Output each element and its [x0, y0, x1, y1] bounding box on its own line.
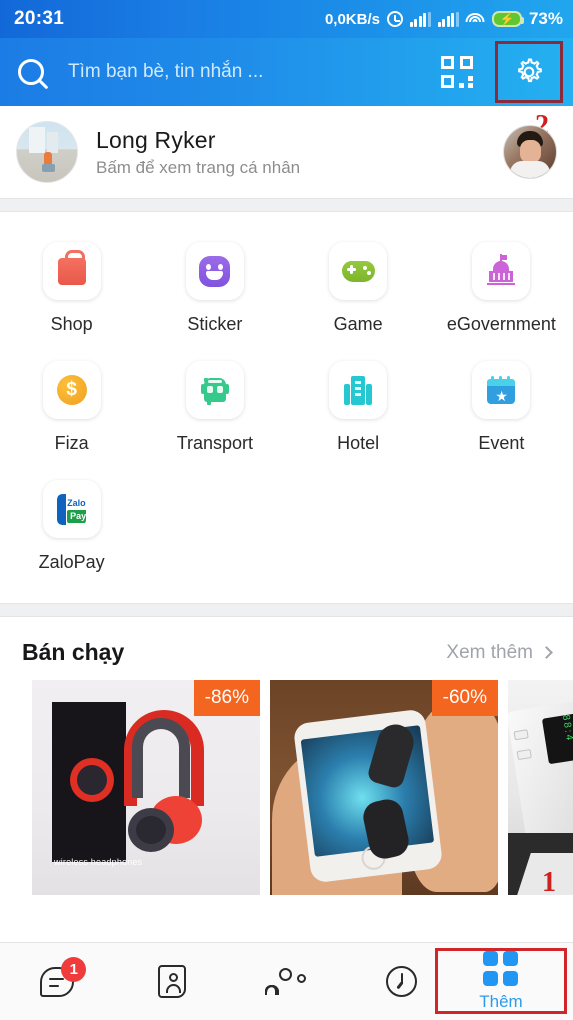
smiley-sticker-icon — [185, 242, 244, 300]
see-more-link[interactable]: Xem thêm — [446, 641, 553, 664]
product-card[interactable]: 88:4 1 — [508, 680, 573, 895]
product-card[interactable]: -60% — [270, 680, 498, 895]
profile-row[interactable]: Long Ryker Bấm để xem trang cá nhân 2 — [0, 106, 573, 198]
product-card[interactable]: -86% wireless headphones — [32, 680, 260, 895]
status-badge: 1 — [61, 957, 87, 982]
app-tile-label: ZaloPay — [38, 552, 105, 572]
see-more-label: Xem thêm — [446, 641, 533, 663]
alarm-icon — [386, 11, 403, 27]
app-tile-label: Game — [333, 314, 383, 334]
page-title: Long Ryker — [96, 126, 216, 153]
product-detail — [132, 718, 190, 798]
gear-icon — [512, 55, 546, 89]
app-tile-label: Sticker — [187, 314, 243, 334]
nav-item-label: Thêm — [479, 991, 523, 1011]
app-tile-zalopay[interactable]: Zalo Pay ZaloPay — [0, 470, 143, 589]
search-input[interactable]: Tìm bạn bè, tin nhắn ... — [68, 61, 441, 83]
app-tile-shop[interactable]: Shop — [0, 232, 143, 351]
app-tile-sticker[interactable]: Sticker — [143, 232, 286, 351]
product-detail — [136, 816, 166, 844]
clock-history-icon — [385, 966, 417, 997]
app-tile-hotel[interactable]: Hotel — [287, 351, 430, 470]
battery-percent-label: 73% — [528, 9, 563, 28]
search-icon[interactable] — [18, 59, 44, 85]
signal-bars-sim1-icon — [409, 11, 431, 27]
product-detail: 88:4 — [508, 697, 573, 841]
dollar-coin-icon: $ — [42, 361, 101, 419]
app-tile-fiza[interactable]: $ Fiza — [0, 351, 143, 470]
chevron-right-icon — [540, 646, 553, 659]
government-building-icon — [472, 242, 531, 300]
app-grid-row: Zalo Pay ZaloPay — [0, 470, 573, 589]
app-tile-event[interactable]: ★ Event — [430, 351, 573, 470]
app-tile-label: Fiza — [54, 433, 89, 453]
hotel-building-icon — [329, 361, 388, 419]
app-grid-row: Shop Sticker Game eGovernment — [0, 232, 573, 351]
section-divider — [0, 198, 573, 212]
section-title: Bán chạy — [22, 639, 125, 665]
app-tile-label: Hotel — [337, 433, 380, 453]
nav-item-messages[interactable]: 1 — [0, 943, 115, 1020]
qr-code-icon[interactable] — [441, 56, 473, 88]
people-group-icon — [265, 967, 307, 997]
discount-badge: -86% — [193, 680, 260, 716]
calendar-star-icon: ★ — [472, 361, 531, 419]
app-tile-empty — [287, 470, 430, 589]
product-caption: wireless headphones — [54, 857, 143, 867]
nav-more-highlight[interactable]: Thêm — [434, 948, 567, 1014]
zalopay-icon: Zalo Pay — [42, 480, 101, 538]
nav-item-groups[interactable] — [229, 943, 344, 1020]
profile-text: Long Ryker Bấm để xem trang cá nhân — [96, 127, 503, 178]
profile-subtitle: Bấm để xem trang cá nhân — [96, 157, 301, 177]
battery-charging-icon: ⚡ — [491, 11, 524, 27]
app-tile-label: eGovernment — [446, 314, 556, 334]
product-detail — [292, 708, 444, 884]
annotation-marker-1: 1 — [542, 867, 556, 895]
app-tile-label: Shop — [50, 314, 93, 334]
gamepad-icon — [329, 242, 388, 300]
grid-more-icon — [483, 950, 519, 986]
avatar[interactable] — [16, 121, 78, 183]
search-bar: Tìm bạn bè, tin nhắn ... — [0, 38, 573, 106]
discount-badge: -60% — [431, 680, 498, 716]
zalopay-zalo-text: Zalo — [67, 497, 86, 508]
bottom-navigation: 1 Thêm — [0, 942, 573, 1020]
app-tile-empty — [143, 470, 286, 589]
zalopay-pay-text: Pay — [67, 509, 87, 523]
best-sellers-header: Bán chạy Xem thêm — [0, 617, 573, 680]
app-grid: Shop Sticker Game eGovernment $ Fiza Tra… — [0, 212, 573, 603]
app-tile-game[interactable]: Game — [287, 232, 430, 351]
product-detail — [77, 765, 107, 795]
app-tile-label: Transport — [176, 433, 254, 453]
app-tile-empty — [430, 470, 573, 589]
app-grid-row: $ Fiza Transport Hotel ★ Event — [0, 351, 573, 470]
app-tile-egovernment[interactable]: eGovernment — [430, 232, 573, 351]
product-detail — [508, 833, 573, 895]
wifi-icon — [465, 12, 485, 27]
secondary-avatar[interactable] — [503, 125, 557, 179]
app-tile-transport[interactable]: Transport — [143, 351, 286, 470]
bus-icon — [185, 361, 244, 419]
status-bar-time: 20:31 — [14, 8, 65, 29]
product-card-list[interactable]: -86% wireless headphones -60% 88:4 1 — [0, 680, 573, 895]
nav-item-contacts[interactable] — [115, 943, 230, 1020]
contacts-card-icon — [157, 965, 186, 998]
network-speed-label: 0,0KB/s — [324, 10, 380, 28]
settings-button[interactable] — [495, 41, 563, 103]
section-divider — [0, 603, 573, 617]
status-bar: 20:31 0,0KB/s ⚡ 73% — [0, 0, 573, 38]
signal-bars-sim2-icon — [437, 11, 459, 27]
status-bar-indicators: 0,0KB/s ⚡ 73% — [325, 9, 563, 29]
app-tile-label: Event — [478, 433, 525, 453]
nav-item-more[interactable]: Thêm — [434, 943, 573, 1020]
shopping-bag-icon — [42, 242, 101, 300]
